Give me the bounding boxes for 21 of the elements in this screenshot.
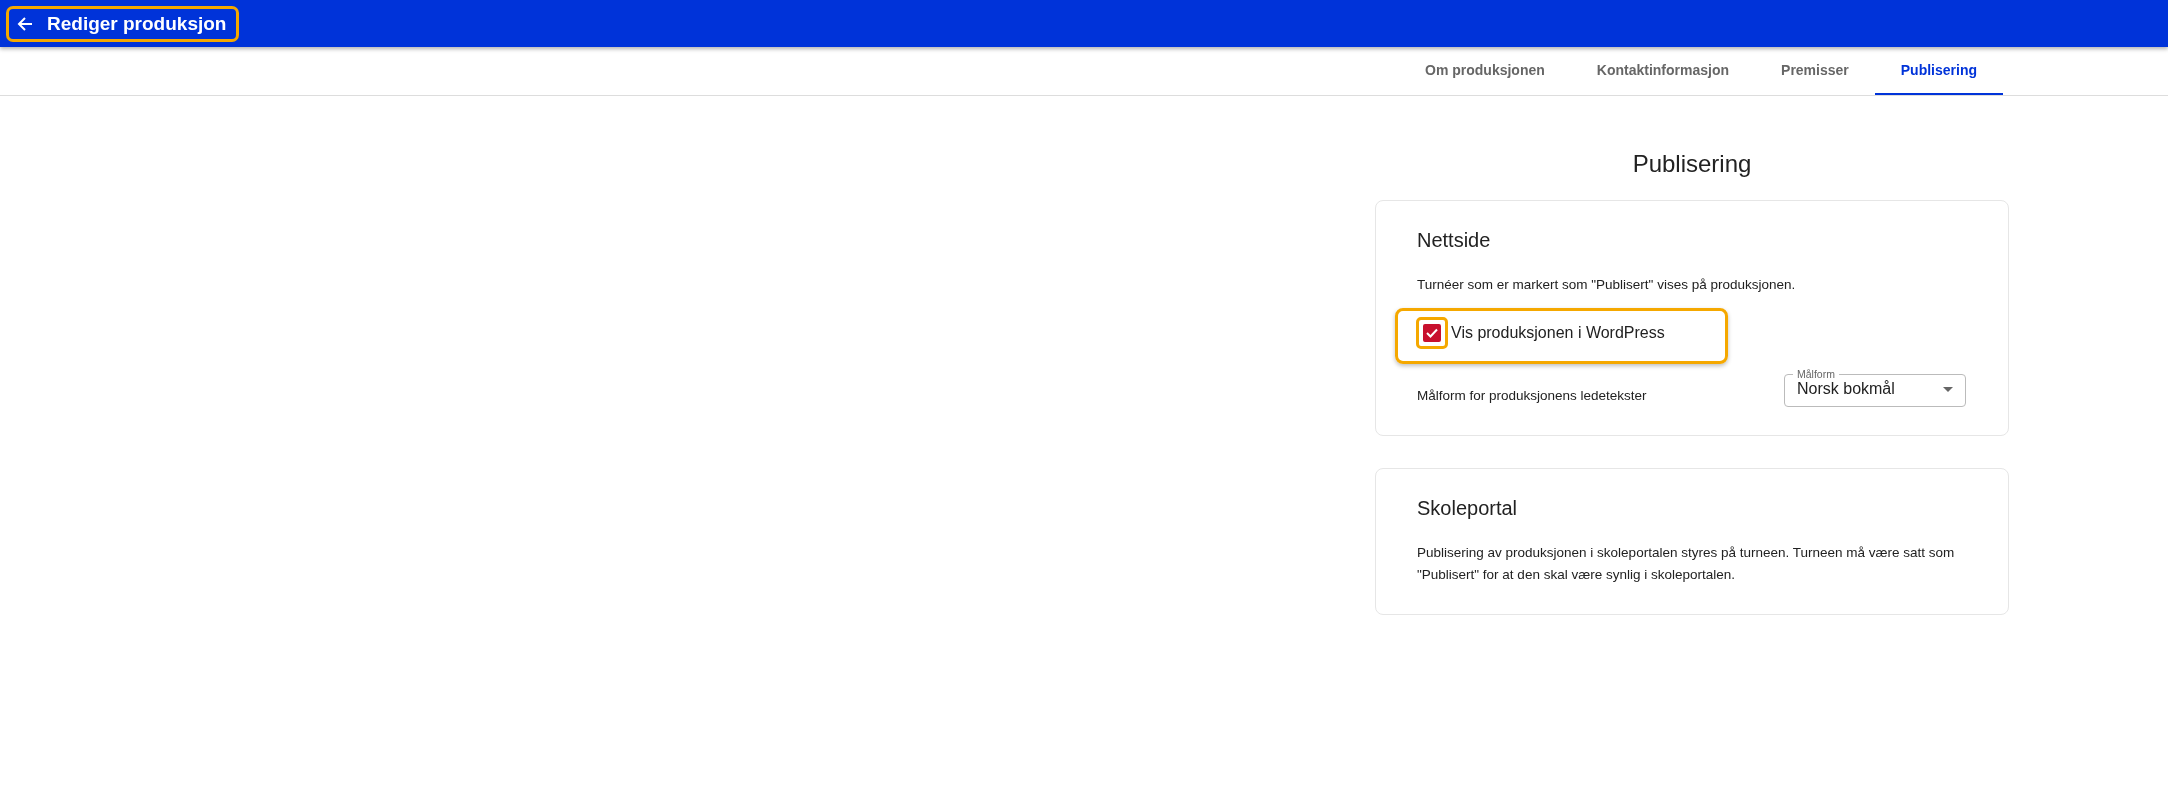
language-select[interactable]: Målform Norsk bokmål	[1784, 368, 1966, 407]
card-description: Publisering av produksjonen i skoleportalen styres på turneen. Turneen må være satt som "Publisert" for at den skal være synlig i skoleportalen.	[1417, 544, 1956, 584]
back-button[interactable]: Rediger produksjon	[6, 5, 240, 42]
card-description: Turnéer som er markert som "Publisert" vises på produksjonen.	[1417, 276, 1797, 294]
card-title: Nettside	[1417, 229, 1492, 252]
wordpress-checkbox-row[interactable]: Vis produksjonen i WordPress	[1395, 308, 1728, 364]
tab[interactable]: Kontaktinformasjon	[1570, 47, 1756, 95]
check-icon	[1426, 328, 1438, 338]
tab[interactable]: Premisser	[1755, 47, 1875, 95]
checkbox[interactable]	[1423, 324, 1441, 342]
back-arrow-icon	[17, 15, 33, 32]
tab[interactable]: Om produksjonen	[1399, 47, 1571, 95]
select-value: Norsk bokmål	[1797, 380, 1895, 398]
tab[interactable]: Publisering	[1874, 47, 2003, 95]
checkbox-label: Vis produksjonen i WordPress	[1451, 324, 1665, 342]
header-title: Rediger produksjon	[47, 12, 227, 35]
page-title: Publisering	[1631, 150, 1753, 178]
select-label: Målform	[1796, 368, 1836, 380]
language-label: Målform for produksjonens ledetekster	[1417, 387, 1647, 405]
card-title: Skoleportal	[1417, 497, 1519, 520]
dropdown-caret-icon	[1943, 386, 1953, 392]
